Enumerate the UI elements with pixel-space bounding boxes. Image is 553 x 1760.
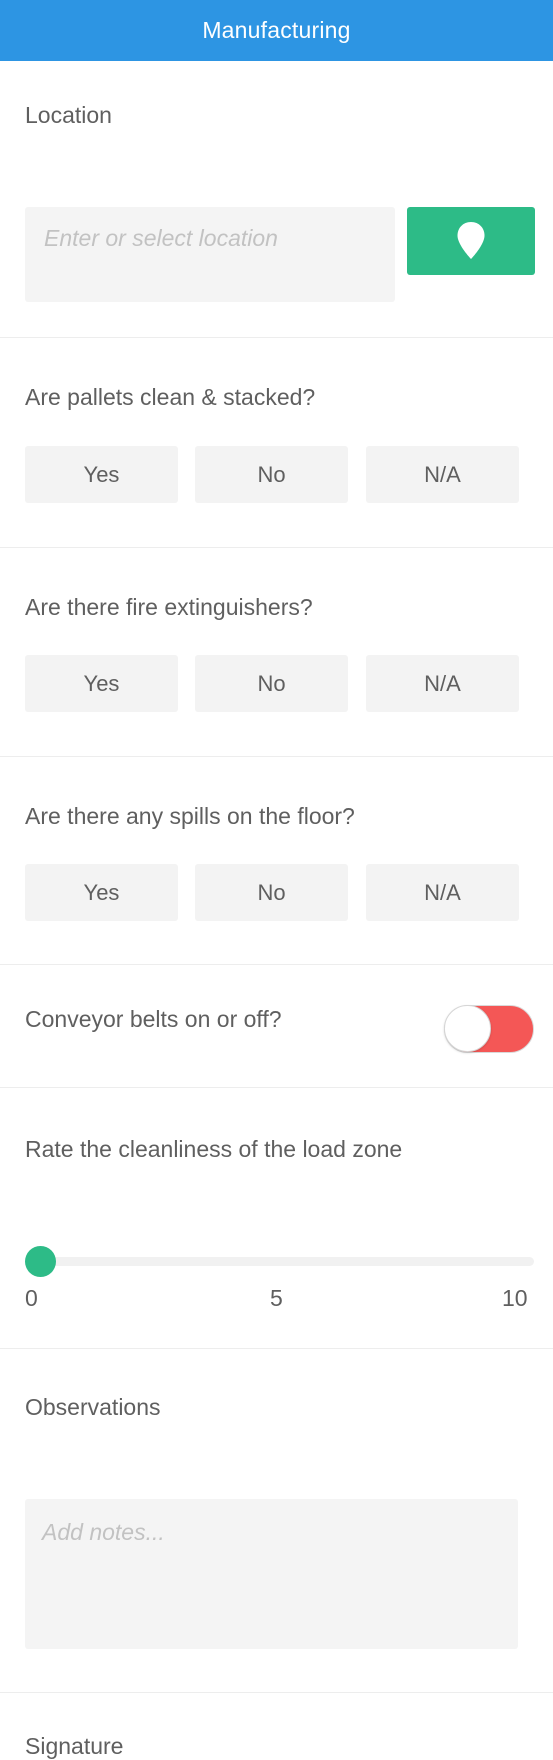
option-na-button[interactable]: N/A	[366, 446, 519, 503]
observations-label: Observations	[25, 1394, 161, 1420]
signature-label: Signature	[25, 1733, 124, 1759]
app-header: Manufacturing	[0, 0, 553, 61]
option-na-button[interactable]: N/A	[366, 655, 519, 712]
location-label: Location	[25, 102, 112, 128]
slider-mid-label: 5	[270, 1285, 283, 1311]
question-label: Are there fire extinguishers?	[25, 594, 313, 620]
question-label: Are pallets clean & stacked?	[25, 384, 316, 410]
rating-slider-track[interactable]	[25, 1257, 534, 1266]
observations-textarea[interactable]: Add notes...	[25, 1499, 518, 1649]
conveyor-label: Conveyor belts on or off?	[25, 1006, 282, 1032]
toggle-knob	[444, 1005, 491, 1052]
option-no-button[interactable]: No	[195, 864, 348, 921]
rating-slider-thumb[interactable]	[25, 1246, 56, 1277]
option-na-button[interactable]: N/A	[366, 864, 519, 921]
option-no-button[interactable]: No	[195, 655, 348, 712]
option-yes-button[interactable]: Yes	[25, 655, 178, 712]
observations-placeholder: Add notes...	[42, 1519, 165, 1545]
option-no-button[interactable]: No	[195, 446, 348, 503]
select-location-button[interactable]	[407, 207, 535, 275]
question-section-spills: Are there any spills on the floor?	[0, 757, 553, 965]
question-label: Are there any spills on the floor?	[25, 803, 355, 829]
page-title: Manufacturing	[202, 17, 351, 43]
question-section-pallets: Are pallets clean & stacked?	[0, 338, 553, 548]
option-yes-button[interactable]: Yes	[25, 864, 178, 921]
rating-label: Rate the cleanliness of the load zone	[25, 1136, 403, 1162]
question-section-extinguishers: Are there fire extinguishers?	[0, 548, 553, 757]
map-pin-icon	[456, 221, 486, 261]
slider-min-label: 0	[25, 1285, 38, 1311]
slider-max-label: 10	[502, 1285, 528, 1311]
location-placeholder: Enter or select location	[44, 225, 278, 251]
conveyor-toggle[interactable]	[444, 1005, 534, 1053]
location-input[interactable]: Enter or select location	[25, 207, 395, 302]
option-yes-button[interactable]: Yes	[25, 446, 178, 503]
